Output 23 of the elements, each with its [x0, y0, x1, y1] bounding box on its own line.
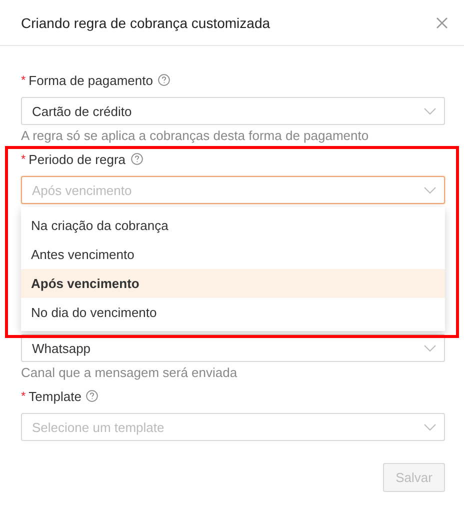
required-mark: * — [21, 73, 26, 87]
close-icon[interactable] — [436, 16, 448, 28]
field-hint: A regra só se aplica a cobranças desta forma de pagamento — [21, 127, 370, 145]
help-icon[interactable] — [130, 153, 143, 165]
dropdown-option[interactable]: Na criação da cobrança — [21, 211, 445, 240]
chevron-down-icon — [424, 108, 436, 114]
dialog-title: Criando regra de cobrança customizada — [21, 14, 270, 30]
required-mark: * — [21, 152, 26, 166]
field-label: Template — [28, 388, 82, 404]
dropdown-option[interactable]: Antes vencimento — [21, 240, 445, 269]
chevron-down-icon — [424, 424, 436, 430]
required-mark: * — [21, 389, 26, 403]
select-field[interactable]: Whatsapp — [21, 334, 445, 362]
dropdown-option[interactable]: Após vencimento — [21, 269, 445, 298]
chevron-down-icon — [424, 186, 436, 194]
field-hint: Canal que a mensagem será enviada — [21, 364, 238, 382]
field-label: Periodo de regra — [28, 152, 126, 166]
select-field[interactable]: Cartão de crédito — [21, 97, 445, 125]
dropdown-option[interactable]: No dia do vencimento — [21, 298, 445, 327]
help-icon[interactable] — [86, 390, 98, 402]
field-label: Forma de pagamento — [28, 72, 153, 88]
chevron-down-icon — [424, 344, 436, 352]
help-icon[interactable] — [158, 74, 170, 86]
